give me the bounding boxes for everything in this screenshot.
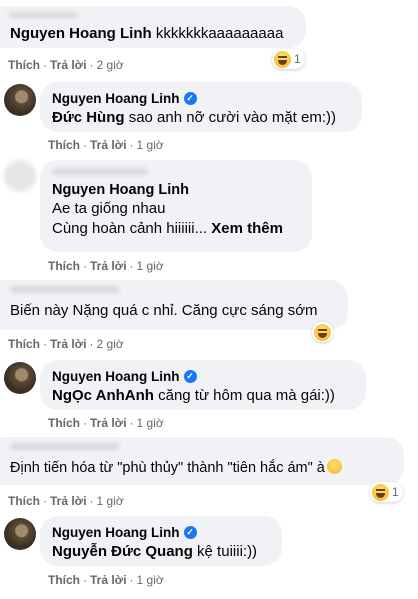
comment-time[interactable]: 1 giờ [137, 138, 164, 152]
see-more-link[interactable]: Xem thêm [211, 220, 283, 237]
comment-actions: Thích · Trả lời · 1 giờ [48, 259, 164, 273]
comment-bubble: Nguyen Hoang Linh kkkkkkkaaaaaaaaa [0, 6, 306, 48]
reply-button[interactable]: Trả lời [90, 259, 127, 273]
comment-bubble: Nguyen Hoang Linh ✓ Đức Hùng sao anh nỡ … [40, 82, 362, 132]
reply-button[interactable]: Trả lời [50, 494, 87, 508]
like-button[interactable]: Thích [8, 494, 40, 508]
comment-actions: Thích · Trả lời · 1 giờ [8, 494, 124, 508]
comment-author[interactable]: Nguyen Hoang Linh ✓ [52, 525, 197, 540]
comment-time[interactable]: 1 giờ [97, 494, 124, 508]
like-button[interactable]: Thích [48, 259, 80, 273]
reaction-badge[interactable]: 1 [272, 49, 305, 69]
like-button[interactable]: Thích [8, 58, 40, 72]
comment-text: Nguyen Hoang Linh kkkkkkkaaaaaaaaa [10, 24, 296, 44]
author-name[interactable]: Nguyen Hoang Linh [52, 369, 180, 384]
comment-author[interactable]: Nguyen Hoang Linh [10, 25, 152, 42]
comment-text: NgỌc AnhAnh căng từ hôm qua mà gái:)) [52, 386, 354, 406]
reaction-count: 1 [294, 52, 301, 66]
reaction-badge[interactable] [312, 322, 333, 342]
comment-body: Biến này Nặng quá c nhỉ. Căng cực sáng s… [10, 302, 318, 319]
comment-time[interactable]: 2 giờ [97, 337, 124, 351]
separator: · [129, 416, 134, 430]
comment-author[interactable]: Nguyen Hoang Linh ✓ [52, 369, 197, 384]
comment-body: kệ tuiiii:)) [197, 543, 258, 560]
comment-time[interactable]: 2 giờ [97, 58, 124, 72]
mention-link[interactable]: NgỌc AnhAnh [52, 387, 154, 404]
mention-link[interactable]: Nguyễn Đức Quang [52, 543, 193, 560]
separator: · [129, 259, 134, 273]
comment-body: kkkkkkkaaaaaaaaa [155, 25, 284, 42]
comment-time[interactable]: 1 giờ [137, 573, 164, 587]
verified-badge-icon: ✓ [183, 92, 197, 105]
comment-bubble: Biến này Nặng quá c nhỉ. Căng cực sáng s… [0, 280, 348, 330]
comment-actions: Thích · Trả lời · 2 giờ [8, 58, 124, 72]
comment-author[interactable]: Nguyen Hoang Linh [52, 182, 189, 198]
reaction-count: 1 [392, 485, 399, 499]
like-button[interactable]: Thích [48, 573, 80, 587]
author-name[interactable]: Nguyen Hoang Linh [52, 525, 180, 540]
separator: · [43, 337, 47, 351]
comment-bubble: Nguyen Hoang Linh ✓ Nguyễn Đức Quang kệ … [40, 516, 282, 566]
separator: · [83, 259, 87, 273]
comment-author[interactable]: Nguyen Hoang Linh ✓ [52, 91, 197, 106]
verified-badge-icon: ✓ [183, 526, 197, 539]
comment-time[interactable]: 1 giờ [137, 416, 164, 430]
separator: · [129, 573, 134, 587]
avatar[interactable] [4, 84, 36, 116]
comment-text: Nguyễn Đức Quang kệ tuiiii:)) [52, 542, 270, 562]
grin-emoji-icon [326, 459, 342, 474]
reply-button[interactable]: Trả lời [50, 337, 87, 351]
reply-button[interactable]: Trả lời [90, 416, 127, 430]
comment-body: sao anh nỡ cười vào mặt em:)) [128, 109, 336, 126]
separator: · [83, 416, 87, 430]
comment-actions: Thích · Trả lời · 1 giờ [48, 138, 164, 152]
blurred-author [10, 286, 120, 293]
author-name[interactable]: Nguyen Hoang Linh [52, 182, 189, 198]
avatar[interactable] [4, 362, 36, 394]
comment-actions: Thích · Trả lời · 2 giờ [8, 337, 124, 351]
mention-link[interactable]: Đức Hùng [52, 109, 125, 126]
haha-emoji-icon [274, 50, 291, 68]
comment-line-1: Ae ta giống nhau [52, 200, 166, 217]
comment-text: Đức Hùng sao anh nỡ cười vào mặt em:)) [52, 108, 350, 128]
separator: · [89, 494, 94, 508]
comment-time[interactable]: 1 giờ [137, 259, 164, 273]
comment-text: Định tiến hóa từ "phù thủy" thành "tiên … [10, 458, 394, 478]
avatar[interactable] [4, 160, 36, 192]
like-button[interactable]: Thích [48, 138, 80, 152]
like-button[interactable]: Thích [48, 416, 80, 430]
blurred-author [52, 168, 148, 175]
comment-bubble: Nguyen Hoang Linh Ae ta giống nhau Cùng … [40, 160, 312, 252]
separator: · [43, 58, 47, 72]
haha-emoji-icon [314, 323, 331, 341]
separator: · [89, 58, 94, 72]
comment-body: Cùng hoàn cảnh hiiiiii... [52, 220, 208, 237]
comment-actions: Thích · Trả lời · 1 giờ [48, 573, 164, 587]
comment-line-2: Cùng hoàn cảnh hiiiiii... Xem thêm [52, 219, 300, 239]
haha-emoji-icon [372, 483, 389, 501]
author-name[interactable]: Nguyen Hoang Linh [52, 91, 180, 106]
comment-bubble: Định tiến hóa từ "phù thủy" thành "tiên … [0, 437, 404, 485]
avatar[interactable] [4, 518, 36, 550]
comment-body: Định tiến hóa từ "phù thủy" thành "tiên … [10, 460, 325, 476]
comment-actions: Thích · Trả lời · 1 giờ [48, 416, 164, 430]
comment-body: căng từ hôm qua mà gái:)) [158, 387, 335, 404]
comment-bubble: Nguyen Hoang Linh ✓ NgỌc AnhAnh căng từ … [40, 360, 366, 410]
separator: · [83, 573, 87, 587]
reply-button[interactable]: Trả lời [90, 138, 127, 152]
blurred-author [8, 12, 78, 18]
separator: · [129, 138, 134, 152]
verified-badge-icon: ✓ [183, 370, 197, 383]
like-button[interactable]: Thích [8, 337, 40, 351]
reaction-badge[interactable]: 1 [370, 482, 403, 502]
separator: · [43, 494, 47, 508]
blurred-author [10, 443, 120, 450]
separator: · [83, 138, 87, 152]
reply-button[interactable]: Trả lời [50, 58, 87, 72]
reply-button[interactable]: Trả lời [90, 573, 127, 587]
separator: · [89, 337, 94, 351]
